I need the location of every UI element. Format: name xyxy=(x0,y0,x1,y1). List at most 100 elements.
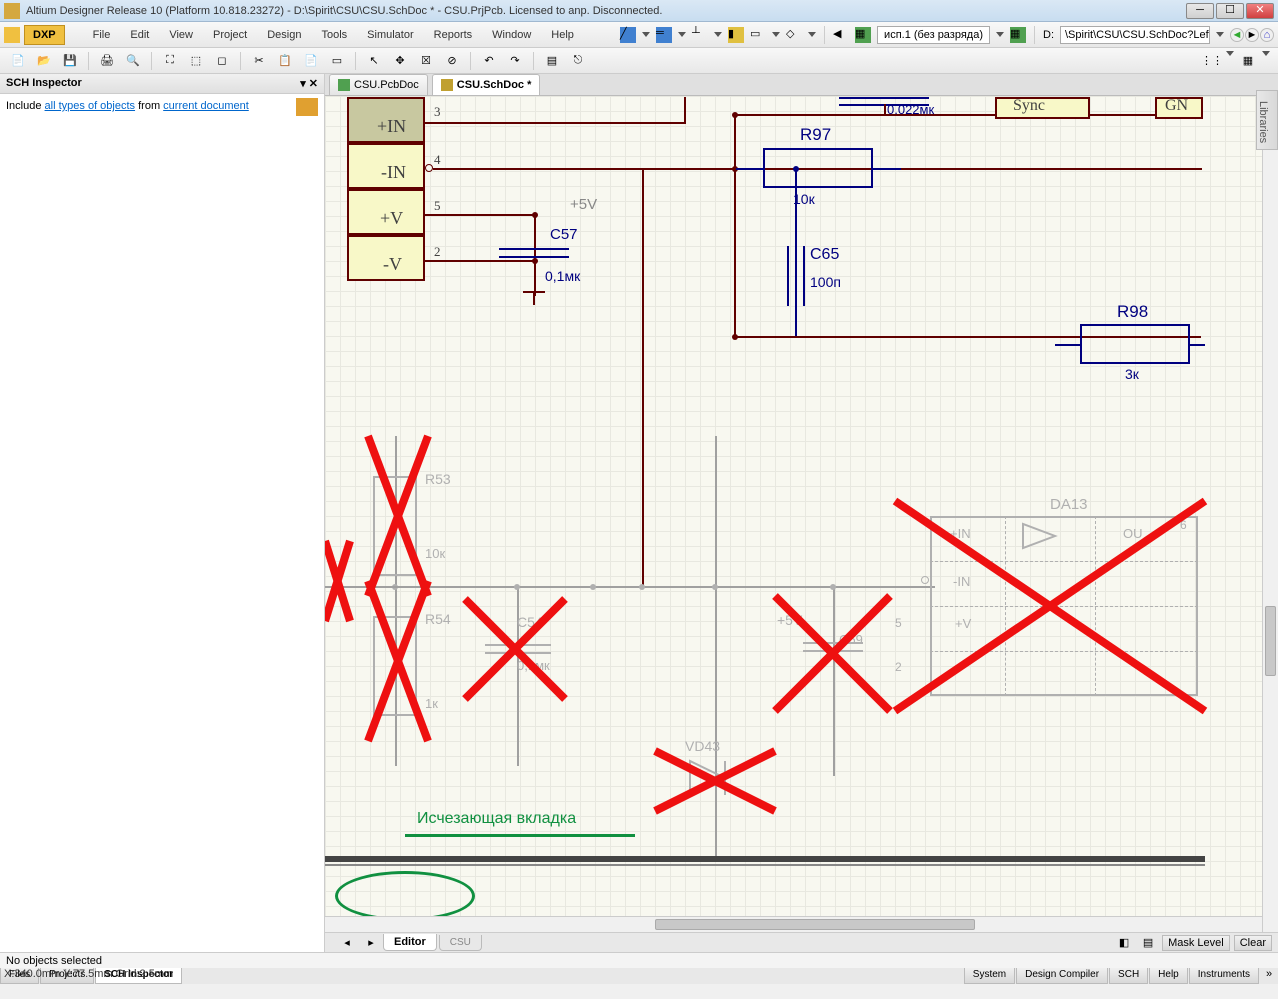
dropdown-arrow-icon[interactable] xyxy=(642,32,650,37)
gnd-stem xyxy=(533,293,535,305)
wire xyxy=(735,168,763,170)
editor-tab-csu[interactable]: CSU xyxy=(439,935,482,951)
nav-home-button[interactable]: ⌂ xyxy=(1260,28,1274,42)
hierarchy-icon[interactable]: ▤ xyxy=(542,51,562,71)
dropdown-arrow-icon[interactable] xyxy=(772,32,780,37)
place-net-icon[interactable]: ┴ xyxy=(692,27,708,43)
menu-simulator[interactable]: Simulator xyxy=(357,25,423,45)
dropdown-arrow-icon[interactable] xyxy=(1262,51,1270,56)
place-bus-icon[interactable]: ═ xyxy=(656,27,672,43)
filter-icon[interactable]: ▤ xyxy=(1138,933,1158,953)
dxp-button[interactable]: DXP xyxy=(24,25,65,45)
place-part-icon[interactable]: ◇ xyxy=(786,27,802,43)
new-doc-icon[interactable]: 📄 xyxy=(8,51,28,71)
close-button[interactable]: ✕ xyxy=(1246,3,1274,19)
pin-name: +IN xyxy=(377,116,406,137)
editor-tab-editor[interactable]: Editor xyxy=(383,934,437,951)
doctab-schdoc[interactable]: CSU.SchDoc * xyxy=(432,74,541,95)
place-port-icon[interactable]: ▮ xyxy=(728,27,744,43)
wire xyxy=(1055,344,1080,346)
zoom-select-icon[interactable]: ◻ xyxy=(212,51,232,71)
dropdown-arrow-icon[interactable] xyxy=(1226,51,1234,56)
scroll-right-icon[interactable]: ▸ xyxy=(359,936,383,949)
menu-project[interactable]: Project xyxy=(203,25,257,45)
variant-dropdown[interactable]: исп.1 (без разряда) xyxy=(877,26,990,44)
resistor xyxy=(763,148,873,188)
schematic-canvas[interactable]: +IN -IN +V -V 3 4 5 2 +5V C57 xyxy=(325,96,1278,932)
path-field[interactable]: \Spirit\CSU\CSU.SchDoc?Left=12 xyxy=(1060,26,1210,44)
horizontal-scrollbar[interactable] xyxy=(325,916,1262,932)
print-icon[interactable]: 🖨 xyxy=(97,51,117,71)
minimize-button[interactable]: ─ xyxy=(1186,3,1214,19)
libraries-tab[interactable]: Libraries xyxy=(1256,90,1278,150)
menu-tools[interactable]: Tools xyxy=(311,25,357,45)
move-icon[interactable]: ✥ xyxy=(390,51,410,71)
junction-node xyxy=(793,166,799,172)
status-tab-instruments[interactable]: Instruments xyxy=(1189,968,1259,984)
scroll-left-icon[interactable]: ◂ xyxy=(335,936,359,949)
rubber-icon[interactable]: ▭ xyxy=(327,51,347,71)
nav-back-button[interactable]: ◄ xyxy=(1230,28,1244,42)
grid-lines-icon[interactable]: ▦ xyxy=(1238,51,1258,71)
path-arrow-icon[interactable] xyxy=(1216,32,1224,37)
toolbar-secondary: 📄 📂 💾 🖨 🔍 ⛶ ⬚ ◻ ✂ 📋 📄 ▭ ↖ ✥ ☒ ⊘ ↶ ↷ ▤ ⎋ … xyxy=(0,48,1278,74)
include-prefix: Include xyxy=(6,100,41,112)
menu-help[interactable]: Help xyxy=(541,25,584,45)
copy-icon[interactable]: 📋 xyxy=(275,51,295,71)
zoom-fit-icon[interactable]: ⛶ xyxy=(160,51,180,71)
status-tab-system[interactable]: System xyxy=(964,968,1015,984)
menu-reports[interactable]: Reports xyxy=(424,25,483,45)
cut-icon[interactable]: ✂ xyxy=(249,51,269,71)
dropdown-arrow-icon[interactable] xyxy=(678,32,686,37)
dropdown-arrow-icon[interactable] xyxy=(714,32,722,37)
paste-icon[interactable]: 📄 xyxy=(301,51,321,71)
panel-menu-icon[interactable]: ▾ ✕ xyxy=(300,77,318,90)
menu-design[interactable]: Design xyxy=(257,25,311,45)
maximize-button[interactable]: ☐ xyxy=(1216,3,1244,19)
variant-arrow-icon[interactable] xyxy=(996,32,1004,37)
variant-prev-icon[interactable]: ◀ xyxy=(833,27,849,43)
mask-icon[interactable]: ◧ xyxy=(1114,933,1134,953)
menu-window[interactable]: Window xyxy=(482,25,541,45)
variant-config-icon[interactable]: ▦ xyxy=(855,27,871,43)
place-sheet-icon[interactable]: ▭ xyxy=(750,27,766,43)
deselect-icon[interactable]: ☒ xyxy=(416,51,436,71)
zoom-area-icon[interactable]: ⬚ xyxy=(186,51,206,71)
doctab-pcbdoc[interactable]: CSU.PcbDoc xyxy=(329,74,428,95)
clear-button[interactable]: Clear xyxy=(1234,935,1272,951)
menu-edit[interactable]: Edit xyxy=(120,25,159,45)
pin-number: 5 xyxy=(434,198,441,214)
gray-junction xyxy=(712,584,718,590)
menu-view[interactable]: View xyxy=(159,25,203,45)
annotation-line xyxy=(405,834,635,837)
wire xyxy=(1190,344,1205,346)
select-icon[interactable]: ↖ xyxy=(364,51,384,71)
clear-icon[interactable]: ⊘ xyxy=(442,51,462,71)
status-tab-sch[interactable]: SCH xyxy=(1109,968,1148,984)
menu-file[interactable]: File xyxy=(83,25,121,45)
include-mid: from xyxy=(138,100,160,112)
open-icon[interactable]: 📂 xyxy=(34,51,54,71)
menubar: DXP File Edit View Project Design Tools … xyxy=(0,22,1278,48)
nav-fwd-button[interactable]: ► xyxy=(1245,28,1259,42)
net-label: +5V xyxy=(570,196,597,213)
preview-icon[interactable]: 🔍 xyxy=(123,51,143,71)
save-icon[interactable]: 💾 xyxy=(60,51,80,71)
undo-icon[interactable]: ↶ xyxy=(479,51,499,71)
status-tab-design-compiler[interactable]: Design Compiler xyxy=(1016,968,1108,984)
variant-label: исп.1 (без разряда) xyxy=(884,29,983,41)
grid-dots-icon[interactable]: ⋮⋮ xyxy=(1202,51,1222,71)
include-types-link[interactable]: all types of objects xyxy=(45,100,136,112)
mask-level-button[interactable]: Mask Level xyxy=(1162,935,1230,951)
component-ref: R98 xyxy=(1117,302,1148,322)
dropdown-arrow-icon[interactable] xyxy=(808,32,816,37)
cross-probe-icon[interactable]: ⎋ xyxy=(568,51,588,71)
junction-node xyxy=(732,334,738,340)
variant-next-icon[interactable]: ▦ xyxy=(1010,27,1026,43)
vertical-scrollbar[interactable] xyxy=(1262,96,1278,932)
redo-icon[interactable]: ↷ xyxy=(505,51,525,71)
menu-chevron-icon[interactable]: » xyxy=(1260,968,1278,984)
place-wire-icon[interactable]: ╱ xyxy=(620,27,636,43)
include-doc-link[interactable]: current document xyxy=(163,100,249,112)
status-tab-help[interactable]: Help xyxy=(1149,968,1188,984)
